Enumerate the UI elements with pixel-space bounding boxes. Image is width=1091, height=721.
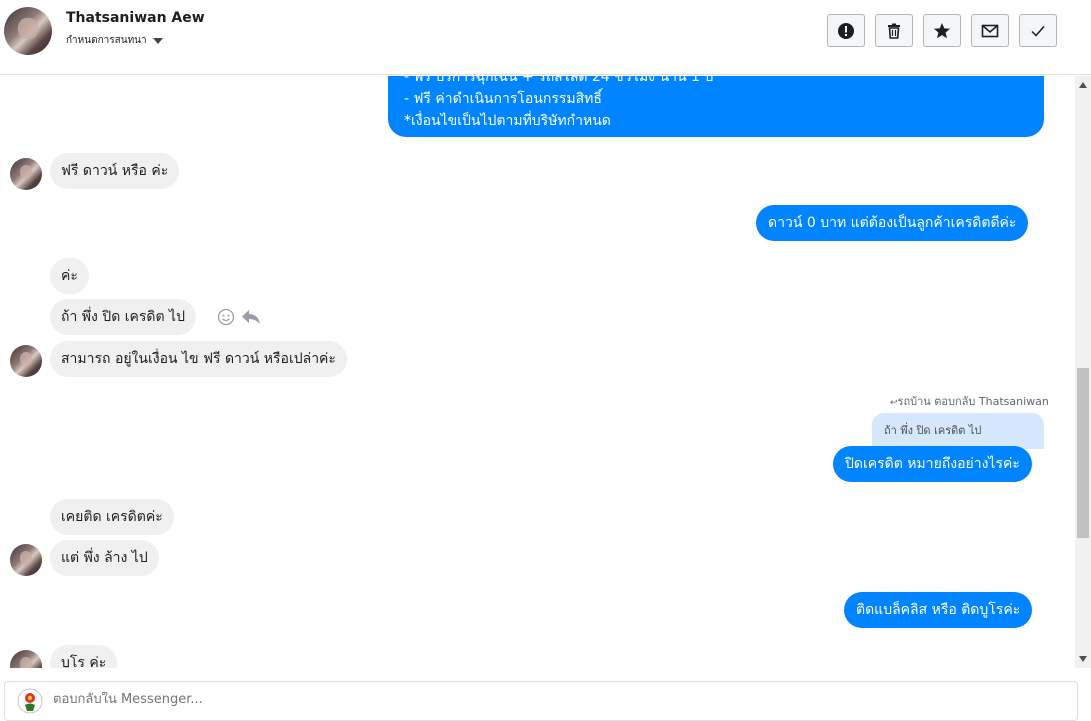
scroll-up-arrow-icon[interactable] [1079, 82, 1087, 88]
star-icon [934, 22, 950, 38]
outgoing-message[interactable]: - ฟรี บริการฉุกเฉิน + รถสไลด์ 24 ชั่วโมง… [388, 76, 1044, 137]
outgoing-message[interactable]: ปิดเครดิต หมายถึงอย่างไรค่ะ [833, 446, 1032, 482]
emoji-reaction-icon[interactable] [217, 308, 235, 326]
outgoing-message[interactable]: ติดแบล็คลิส หรือ ติดบูโรค่ะ [844, 592, 1033, 628]
star-button[interactable] [923, 14, 961, 47]
incoming-message[interactable]: ฟรี ดาวน์ หรือ ค่ะ [50, 153, 180, 189]
delete-button[interactable] [875, 14, 913, 47]
message-line: - ฟรี ค่าดำเนินการโอนกรรมสิทธิ์ [404, 91, 602, 107]
incoming-message[interactable]: สามารถ อยู่ในเงื่อน ไข ฟรี ดาวน์ หรือเปล… [50, 341, 347, 377]
schedule-label: กำหนดการสนทนา [66, 35, 147, 46]
mark-spam-button[interactable] [827, 14, 865, 47]
reply-info-text: รถบ้าน ตอบกลับ Thatsaniwan [897, 395, 1049, 408]
scrollbar[interactable] [1075, 76, 1091, 668]
sender-avatar[interactable] [10, 345, 42, 377]
reply-info: ↩รถบ้าน ตอบกลับ Thatsaniwan [890, 392, 1049, 410]
reply-input[interactable] [53, 692, 953, 707]
chevron-down-icon [152, 37, 163, 44]
scrollbar-thumb[interactable] [1077, 368, 1089, 538]
quoted-message[interactable]: ถ้า พึ่ง ปิด เครดิต ไป [872, 413, 1044, 449]
incoming-message[interactable]: เคยติด เครดิตค่ะ [50, 499, 174, 535]
message-thread[interactable]: - ฟรี บริการฉุกเฉิน + รถสไลด์ 24 ชั่วโมง… [0, 76, 1075, 668]
contact-avatar[interactable] [4, 7, 52, 55]
reply-icon[interactable] [241, 308, 261, 326]
scroll-down-arrow-icon[interactable] [1079, 656, 1087, 662]
conversation-header: Thatsaniwan Aew กำหนดการสนทนา [0, 0, 1091, 75]
sender-avatar[interactable] [10, 544, 42, 576]
page-logo-icon [17, 688, 43, 714]
incoming-message[interactable]: ค่ะ [50, 258, 89, 294]
alert-icon [838, 22, 854, 39]
contact-name[interactable]: Thatsaniwan Aew [66, 10, 205, 26]
sender-avatar[interactable] [10, 158, 42, 190]
mark-done-button[interactable] [1019, 14, 1057, 47]
message-line: - ฟรี บริการฉุกเฉิน + รถสไลด์ 24 ชั่วโมง… [404, 76, 714, 85]
reply-arrow-icon: ↩ [890, 398, 898, 408]
mark-unread-button[interactable] [971, 14, 1009, 47]
incoming-message[interactable]: บูโร ค่ะ [50, 645, 118, 668]
reply-composer[interactable] [4, 681, 1078, 721]
conversation-schedule-dropdown[interactable]: กำหนดการสนทนา [66, 33, 163, 48]
check-icon [1031, 25, 1045, 37]
incoming-message[interactable]: ถ้า พึ่ง ปิด เครดิต ไป [50, 299, 196, 335]
sender-avatar[interactable] [10, 650, 42, 668]
incoming-message[interactable]: แต่ พึ่ง ล้าง ไป [50, 540, 159, 576]
message-line: *เงื่อนไขเป็นไปตามที่บริษัทกำหนด [404, 113, 611, 129]
outgoing-message[interactable]: ดาวน์ 0 บาท แต่ต้องเป็นลูกค้าเครดิตดีค่ะ [756, 205, 1029, 241]
trash-icon [888, 23, 900, 39]
mail-icon [981, 24, 999, 37]
